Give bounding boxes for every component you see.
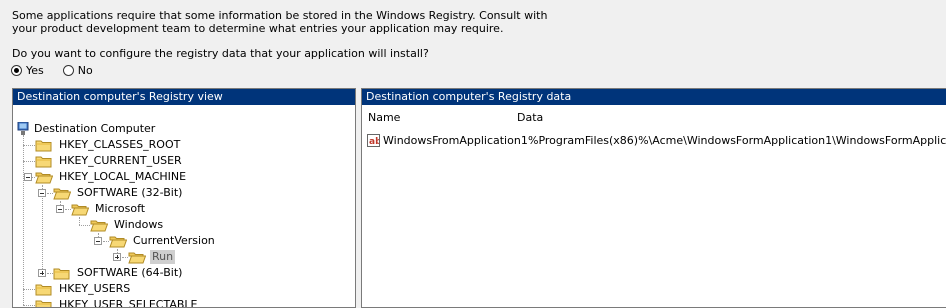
hklm-collapse-toggle[interactable] (24, 173, 32, 181)
folder-icon (53, 268, 70, 279)
tree-item-hkey-current-user[interactable]: HKEY_CURRENT_USER (35, 153, 184, 169)
registry-data-title: Destination computer's Registry data (362, 89, 946, 105)
tree-item-hkey-local-machine[interactable]: HKEY_LOCAL_MACHINE (35, 169, 188, 185)
tree-item-microsoft[interactable]: Microsoft (71, 201, 147, 217)
registry-data-panel: Destination computer's Registry data Nam… (361, 88, 946, 308)
yes-radio[interactable] (11, 65, 22, 76)
tree-label-software-64bit: SOFTWARE (64-Bit) (77, 266, 183, 279)
tree-label-currentversion: CurrentVersion (133, 234, 215, 247)
tree-item-hkey-classes-root[interactable]: HKEY_CLASSES_ROOT (35, 137, 182, 153)
software64-expand-toggle[interactable] (38, 269, 46, 277)
open-folder-icon (128, 252, 146, 263)
registry-value-name: WindowsFromApplication1 (383, 133, 528, 147)
tree-item-destination-computer[interactable]: Destination Computer (17, 121, 157, 137)
folder-icon (35, 284, 52, 295)
registry-view-panel: Destination computer's Registry view Des… (12, 88, 356, 308)
registry-view-title: Destination computer's Registry view (13, 89, 355, 105)
open-folder-icon (109, 236, 127, 247)
column-header-name[interactable]: Name (368, 111, 400, 125)
tree-item-windows[interactable]: Windows (90, 217, 165, 233)
open-folder-icon (35, 172, 53, 183)
tree-item-software-64bit[interactable]: SOFTWARE (64-Bit) (53, 265, 184, 281)
tree-item-hkey-user-selectable[interactable]: HKEY_USER_SELECTABLE (35, 297, 200, 308)
folder-icon (35, 140, 52, 151)
registry-value-data: %ProgramFiles(x86)%\Acme\WindowsFormAppl… (528, 133, 946, 147)
yes-radio-label: Yes (26, 64, 44, 77)
tree-label-run: Run (150, 250, 176, 264)
registry-string-icon: ab (367, 133, 380, 147)
folder-icon (35, 156, 52, 167)
microsoft-collapse-toggle[interactable] (56, 205, 64, 213)
svg-text:ab: ab (369, 137, 379, 146)
tree-label-windows: Windows (114, 218, 164, 231)
tree-item-hkey-users[interactable]: HKEY_USERS (35, 281, 132, 297)
tree-item-software-32bit[interactable]: SOFTWARE (32-Bit) (53, 185, 184, 201)
description-text: Some applications require that some info… (12, 9, 548, 35)
tree-label-hkey-current-user: HKEY_CURRENT_USER (59, 154, 182, 167)
run-expand-toggle[interactable] (113, 253, 121, 261)
open-folder-icon (71, 204, 89, 215)
column-header-data[interactable]: Data (517, 111, 543, 125)
folder-icon (35, 300, 52, 307)
open-folder-icon (53, 188, 71, 199)
tree-label-destination-computer: Destination Computer (34, 122, 156, 135)
currentversion-collapse-toggle[interactable] (94, 237, 102, 245)
tree-label-hkey-users: HKEY_USERS (59, 282, 131, 295)
yes-radio-option[interactable]: Yes (11, 64, 44, 77)
tree-label-hkey-classes-root: HKEY_CLASSES_ROOT (59, 138, 181, 151)
no-radio-label: No (77, 64, 93, 77)
no-radio[interactable] (62, 65, 74, 76)
software32-collapse-toggle[interactable] (38, 189, 46, 197)
registry-value-row[interactable]: ab WindowsFromApplication1 %ProgramFiles… (367, 132, 946, 148)
tree-label-software-32bit: SOFTWARE (32-Bit) (77, 186, 183, 199)
registry-option-group: Yes No (11, 64, 102, 77)
computer-icon (17, 122, 29, 135)
tree-label-hkey-user-selectable: HKEY_USER_SELECTABLE (59, 298, 198, 308)
tree-item-run[interactable]: Run (128, 249, 176, 265)
question-text: Do you want to configure the registry da… (12, 47, 429, 60)
no-radio-option[interactable]: No (62, 64, 93, 77)
open-folder-icon (90, 220, 108, 231)
tree-item-currentversion[interactable]: CurrentVersion (109, 233, 217, 249)
tree-label-microsoft: Microsoft (95, 202, 146, 215)
tree-label-hkey-local-machine: HKEY_LOCAL_MACHINE (59, 170, 187, 183)
